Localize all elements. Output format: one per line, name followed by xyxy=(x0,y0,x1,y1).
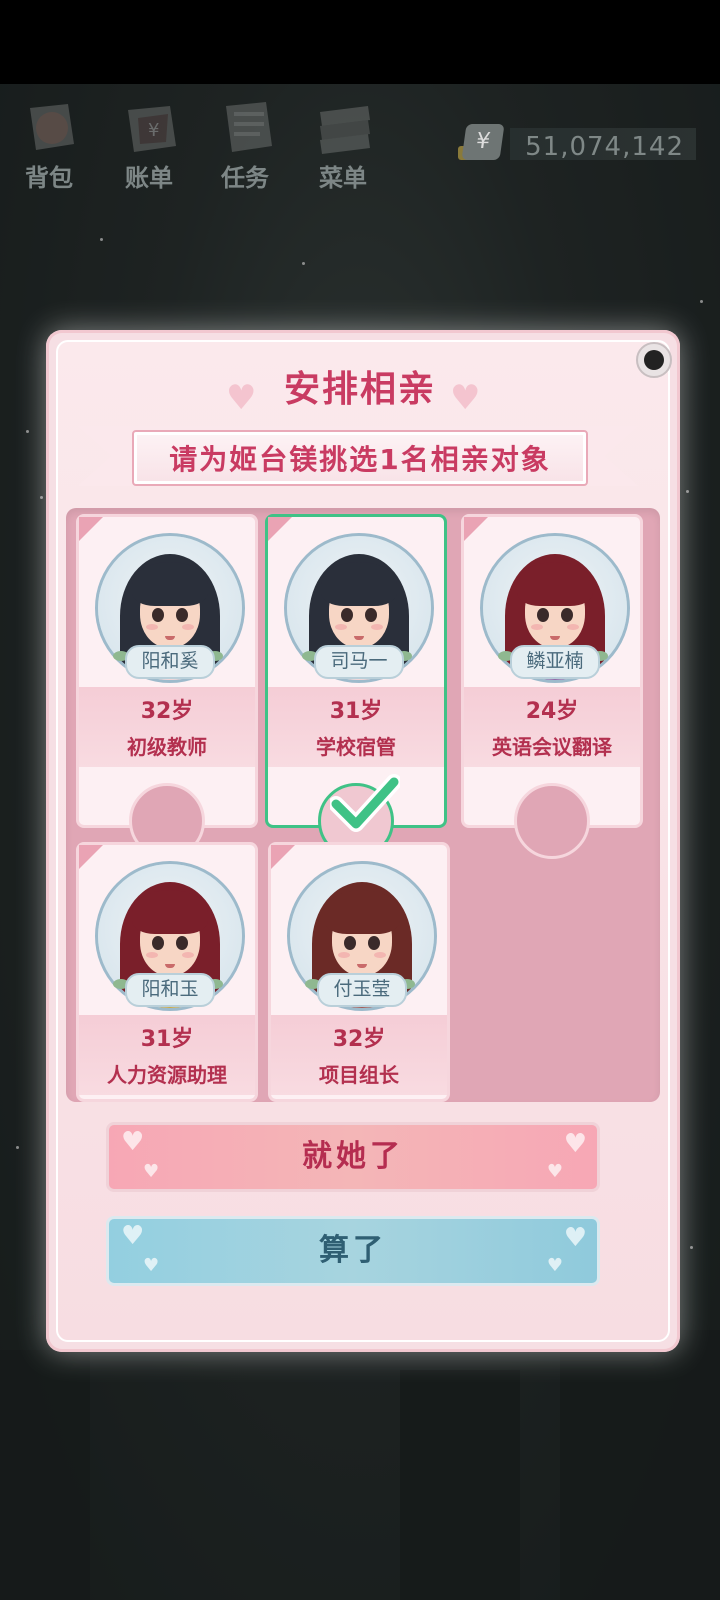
toolbar-label: 账单 xyxy=(125,164,173,192)
money-bar: 51,074,142 xyxy=(510,128,696,162)
backpack-icon xyxy=(30,104,74,150)
candidate-age: 32岁 xyxy=(332,1027,386,1052)
hair-bangs xyxy=(324,890,400,934)
candidate-age: 32岁 xyxy=(140,699,194,724)
dialog-subtitle: 请为姬台镁挑选1名相亲对象 xyxy=(169,443,551,476)
money-display: ¥ 51,074,142 xyxy=(458,124,704,166)
candidate-name: 阳和奚 xyxy=(125,645,215,679)
toolbar-label: 任务 xyxy=(221,164,269,192)
money-value: 51,074,142 xyxy=(525,132,684,162)
candidate-card[interactable]: 付玉莹 32岁 项目组长 xyxy=(268,842,450,1102)
candidate-age: 31岁 xyxy=(140,1027,194,1052)
candidate-name: 阳和玉 xyxy=(125,973,215,1007)
candidate-job: 初级教师 xyxy=(127,735,207,759)
toolbar-label: 背包 xyxy=(25,164,73,192)
cancel-button[interactable]: ♥ ♥ ♥ ♥ 算了 xyxy=(106,1216,600,1286)
status-bar xyxy=(0,0,720,84)
checkmark-icon xyxy=(330,774,400,832)
task-icon xyxy=(226,102,272,152)
candidate-job: 人力资源助理 xyxy=(107,1063,227,1087)
yen-icon: ¥ xyxy=(461,124,505,160)
toolbar-label: 菜单 xyxy=(319,164,367,192)
hair-bangs xyxy=(321,562,397,606)
hair-bangs xyxy=(132,562,208,606)
dialog-title: 安排相亲 xyxy=(283,369,436,410)
toolbar-backpack[interactable]: 背包 xyxy=(4,92,94,192)
heart-icon: ♥ xyxy=(450,378,481,418)
toolbar-task[interactable]: 任务 xyxy=(200,92,290,192)
candidate-age: 31岁 xyxy=(329,699,383,724)
confirm-button[interactable]: ♥ ♥ ♥ ♥ 就她了 xyxy=(106,1122,600,1192)
cancel-label: 算了 xyxy=(319,1233,387,1268)
candidate-card[interactable]: 阳和奚 32岁 初级教师 xyxy=(76,514,258,859)
card-notch xyxy=(514,783,590,859)
toolbar-menu[interactable]: 菜单 xyxy=(298,92,388,192)
svg-text:¥: ¥ xyxy=(148,120,159,141)
candidate-age: 24岁 xyxy=(525,699,579,724)
menu-icon xyxy=(320,106,370,154)
candidate-card[interactable]: 鳞亚楠 24岁 英语会议翻译 xyxy=(461,514,643,859)
candidate-job: 项目组长 xyxy=(319,1063,399,1087)
candidate-card[interactable]: 阳和玉 31岁 人力资源助理 xyxy=(76,842,258,1102)
toolbar-bill[interactable]: ¥ 账单 xyxy=(104,92,194,192)
bill-icon: ¥ xyxy=(128,106,176,152)
candidate-name: 鳞亚楠 xyxy=(510,645,600,679)
hair-bangs xyxy=(517,562,593,606)
heart-icon: ♥ xyxy=(226,378,257,418)
hair-bangs xyxy=(132,890,208,934)
confirm-label: 就她了 xyxy=(302,1139,404,1174)
candidate-job: 学校宿管 xyxy=(316,735,396,759)
candidate-job: 英语会议翻译 xyxy=(492,735,612,759)
candidate-name: 司马一 xyxy=(314,645,404,679)
candidate-name: 付玉莹 xyxy=(317,973,407,1007)
